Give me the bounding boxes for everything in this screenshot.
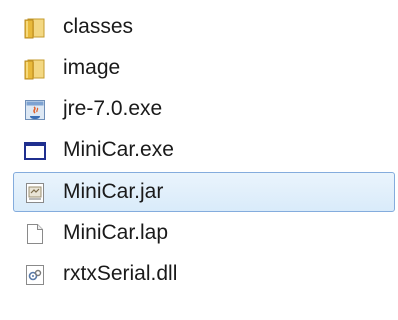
- file-name: image: [63, 56, 121, 79]
- file-row-image[interactable]: image: [13, 48, 395, 88]
- blank-file-icon: [24, 223, 46, 245]
- file-row-minicar-jar[interactable]: MiniCar.jar: [13, 172, 395, 212]
- file-name: rxtxSerial.dll: [63, 262, 178, 285]
- application-window-icon: [24, 140, 46, 162]
- file-name: MiniCar.lap: [63, 221, 169, 244]
- folder-icon: [24, 17, 46, 39]
- file-row-minicar-lap[interactable]: MiniCar.lap: [13, 213, 395, 253]
- file-row-minicar-exe[interactable]: MiniCar.exe: [13, 130, 395, 170]
- file-name: MiniCar.exe: [63, 138, 174, 161]
- file-name: jre-7.0.exe: [63, 97, 163, 120]
- file-row-jre-installer[interactable]: jre-7.0.exe: [13, 89, 395, 129]
- java-installer-icon: [24, 99, 46, 121]
- file-list: classes image jre-7.0.exe MiniCar.exe Mi…: [0, 0, 398, 320]
- file-row-rxtxserial-dll[interactable]: rxtxSerial.dll: [13, 254, 395, 294]
- folder-icon: [24, 58, 46, 80]
- dll-file-icon: [24, 264, 46, 286]
- file-row-classes[interactable]: classes: [13, 7, 395, 47]
- file-name: classes: [63, 15, 134, 38]
- file-name: MiniCar.jar: [63, 180, 164, 203]
- jar-file-icon: [24, 182, 46, 204]
